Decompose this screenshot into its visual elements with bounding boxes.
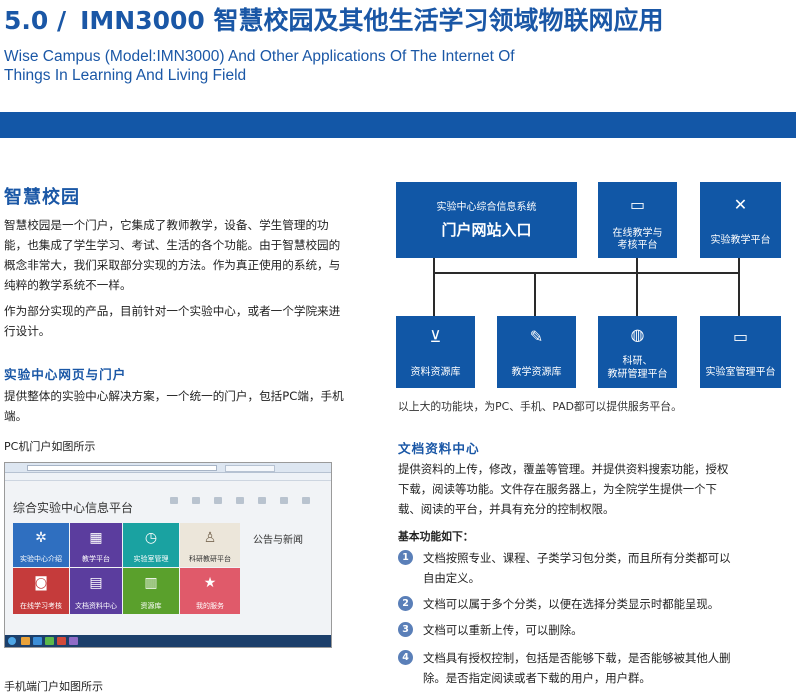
document-icon: ▤ xyxy=(89,575,103,591)
intro-paragraph-2: 作为部分实现的产品，目前针对一个实验中心，或者一个学院来进行设计。 xyxy=(4,304,341,338)
function-text: 文档按照专业、课程、子类学习包分类，而且所有分类都可以自由定义。 xyxy=(423,551,731,585)
monitor-icon: ▭ xyxy=(629,195,646,214)
edit-icon: ✎ xyxy=(529,327,544,346)
english-subtitle: Wise Campus (Model:IMN3000) And Other Ap… xyxy=(4,47,515,85)
connector-line xyxy=(636,258,638,316)
connector-line xyxy=(738,258,740,316)
pc-portal-screenshot: 综合实验中心信息平台 ✲ 实验中心介绍 ▦ 教学平台 ◷ 实验室管理 ♙ 科研教… xyxy=(4,462,332,648)
portal-heading: 实验中心网页与门户 xyxy=(4,367,127,382)
experiment-teaching-box: ✕ 实验教学平台 xyxy=(700,182,781,258)
tile-research: ♙ 科研教研平台 xyxy=(180,523,240,567)
inbox-icon: ⊻ xyxy=(429,327,442,346)
section-title: IMN3000 智慧校园及其他生活学习领域物联网应用 xyxy=(80,6,664,35)
diagram-caption: 以上大的功能块，为PC、手机、PAD都可以提供服务平台。 xyxy=(398,400,682,413)
number-badge: 1 xyxy=(398,550,413,565)
safe-icon: ◙ xyxy=(34,575,48,591)
section-number: 5.0 / xyxy=(4,6,67,35)
research-management-box: ◍ 科研、 教研管理平台 xyxy=(598,316,677,388)
page-title: 5.0 / IMN3000 智慧校园及其他生活学习领域物联网应用 xyxy=(4,4,664,38)
browser-tab xyxy=(225,465,275,472)
material-library-box: ⊻ 资料资源库 xyxy=(396,316,475,388)
document-center-paragraph: 提供资料的上传，修改，覆盖等管理。并提供资料搜索功能，授权下载，阅读等功能。文件… xyxy=(398,462,729,516)
taskbar-app-icon xyxy=(69,637,78,645)
news-title: 公告与新闻 xyxy=(253,535,303,546)
site-nav-item xyxy=(251,497,273,505)
tile-online-exam: ◙ 在线学习考核 xyxy=(13,568,69,614)
site-nav-item xyxy=(163,497,185,505)
header-band xyxy=(0,112,796,138)
taskbar xyxy=(5,635,331,647)
document-center-heading: 文档资料中心 xyxy=(398,441,480,456)
function-text: 文档具有授权控制，包括是否能够下载，是否能够被其他人删除。是否指定阅读或者下载的… xyxy=(423,651,731,685)
calendar-icon: ▦ xyxy=(89,530,103,546)
clock-icon: ◷ xyxy=(144,530,158,546)
function-text: 文档可以重新上传，可以删除。 xyxy=(423,623,583,637)
tile-my-services: ★ 我的服务 xyxy=(180,568,240,614)
user-icon: ♙ xyxy=(203,530,217,546)
online-teaching-box: ▭ 在线教学与 考核平台 xyxy=(598,182,677,258)
number-badge: 4 xyxy=(398,650,413,665)
tile-document-center: ▤ 文档资料中心 xyxy=(70,568,122,614)
gear-icon: ✲ xyxy=(35,530,47,546)
smart-campus-heading: 智慧校园 xyxy=(4,187,80,208)
portal-box-line2: 门户网站入口 xyxy=(441,221,532,239)
portal-entry-box: 实验中心综合信息系统 门户网站入口 xyxy=(396,182,577,258)
taskbar-app-icon xyxy=(57,637,66,645)
portal-box-line1: 实验中心综合信息系统 xyxy=(436,202,537,213)
function-text: 文档可以属于多个分类，以便在选择分类显示时都能呈现。 xyxy=(423,597,720,611)
tile-teaching: ▦ 教学平台 xyxy=(70,523,122,567)
tile-lab-management: ◷ 实验室管理 xyxy=(123,523,179,567)
start-button-icon xyxy=(8,637,16,645)
site-nav-item xyxy=(229,497,251,505)
english-subtitle-line2: Things In Learning And Living Field xyxy=(4,67,247,84)
lab-management-box: ▭ 实验室管理平台 xyxy=(700,316,781,388)
intro-paragraph-1: 智慧校园是一个门户，它集成了教师教学，设备、学生管理的功能，也集成了学生学习、考… xyxy=(4,218,341,292)
site-nav-item xyxy=(207,497,229,505)
browser-menubar xyxy=(5,473,331,481)
star-icon: ★ xyxy=(203,575,217,591)
address-bar xyxy=(27,465,217,471)
tools-icon: ✕ xyxy=(733,195,748,214)
tile-lab-intro: ✲ 实验中心介绍 xyxy=(13,523,69,567)
display-icon: ▭ xyxy=(732,327,749,346)
site-nav-item xyxy=(185,497,207,505)
tile-resource-library: ▥ 资源库 xyxy=(123,568,179,614)
english-subtitle-line1: Wise Campus (Model:IMN3000) And Other Ap… xyxy=(4,48,515,65)
taskbar-app-icon xyxy=(33,637,42,645)
connector-line xyxy=(433,272,739,274)
taskbar-app-icon xyxy=(45,637,54,645)
teaching-resource-box: ✎ 教学资源库 xyxy=(497,316,576,388)
platform-diagram: 实验中心综合信息系统 门户网站入口 ▭ 在线教学与 考核平台 ✕ 实验教学平台 … xyxy=(396,182,781,388)
site-nav-item xyxy=(295,497,317,505)
site-nav-item xyxy=(273,497,295,505)
site-title: 综合实验中心信息平台 xyxy=(13,501,134,515)
mobile-portal-caption: 手机端门户如图所示 xyxy=(4,680,103,693)
number-badge: 3 xyxy=(398,622,413,637)
portal-paragraph: 提供整体的实验中心解决方案，一个统一的门户，包括PC端，手机端。 xyxy=(4,389,344,423)
browser-titlebar xyxy=(5,463,331,473)
number-badge: 2 xyxy=(398,596,413,611)
globe-icon: ◍ xyxy=(630,325,645,344)
notebook-icon: ▥ xyxy=(144,575,158,591)
connector-line xyxy=(433,258,435,316)
connector-line xyxy=(534,272,536,316)
functions-title: 基本功能如下： xyxy=(398,530,474,543)
pc-portal-caption: PC机门户如图所示 xyxy=(4,440,96,453)
taskbar-app-icon xyxy=(21,637,30,645)
